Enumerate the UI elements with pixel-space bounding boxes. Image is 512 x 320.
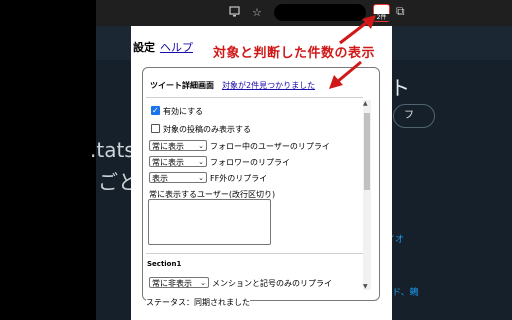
followers-label: フォロワーのリプライ bbox=[210, 158, 290, 167]
section-title: Section1 bbox=[147, 260, 182, 268]
following-select[interactable]: 常に表示 ⌄ bbox=[149, 140, 207, 151]
status-text: ステータス：同期されました bbox=[146, 297, 250, 308]
popup-title: 設定 bbox=[133, 41, 155, 54]
annotation-arrow-down-icon bbox=[329, 60, 362, 89]
screen-share-icon[interactable] bbox=[229, 6, 240, 20]
help-link[interactable]: ヘルプ bbox=[160, 39, 193, 55]
select-value: 常に表示 bbox=[152, 142, 184, 151]
scroll-down-arrow-icon[interactable]: ▼ bbox=[363, 283, 368, 290]
always-show-textarea[interactable] bbox=[148, 199, 271, 245]
mention-label: メンションと記号のみのリプライ bbox=[212, 279, 332, 288]
annotation-arrow-up-icon bbox=[339, 15, 376, 45]
non-ff-label: FF外のリプライ bbox=[210, 174, 268, 183]
left-background bbox=[0, 0, 96, 320]
chevron-down-icon: ⌄ bbox=[198, 142, 204, 150]
puzzle-icon[interactable]: ⧉ bbox=[396, 4, 405, 19]
divider bbox=[146, 253, 363, 254]
only-targets-label: 対象の投稿のみ表示する bbox=[163, 125, 251, 134]
followers-select[interactable]: 常に表示 ⌄ bbox=[149, 156, 207, 167]
background-text: .tats bbox=[90, 138, 135, 162]
background-text: ト bbox=[390, 76, 410, 100]
chevron-down-icon: ⌄ bbox=[198, 158, 204, 166]
scroll-up-arrow-icon[interactable]: ▲ bbox=[363, 100, 368, 107]
non-ff-select[interactable]: 表示 ⌄ bbox=[149, 172, 207, 183]
scrollbar-thumb[interactable] bbox=[364, 113, 370, 190]
mention-select[interactable]: 常に非表示 ⌄ bbox=[149, 277, 209, 288]
select-value: 常に表示 bbox=[152, 158, 184, 167]
background-pill: フ bbox=[393, 104, 435, 128]
enable-checkbox[interactable] bbox=[151, 106, 160, 115]
detail-title: ツイート詳細画面 bbox=[150, 81, 214, 90]
chevron-down-icon: ⌄ bbox=[200, 279, 206, 287]
chevron-down-icon: ⌄ bbox=[198, 174, 204, 182]
star-icon[interactable]: ☆ bbox=[252, 6, 262, 19]
select-value: 常に非表示 bbox=[152, 279, 192, 288]
only-targets-checkbox[interactable] bbox=[151, 124, 160, 133]
following-label: フォロー中のユーザーのリプライ bbox=[210, 142, 330, 151]
background-link: ド、鵐 bbox=[392, 288, 419, 298]
select-value: 表示 bbox=[152, 174, 168, 183]
enable-label: 有効にする bbox=[163, 107, 204, 116]
detail-found-link[interactable]: 対象が2件見つかりました bbox=[222, 80, 315, 91]
divider bbox=[146, 97, 363, 98]
